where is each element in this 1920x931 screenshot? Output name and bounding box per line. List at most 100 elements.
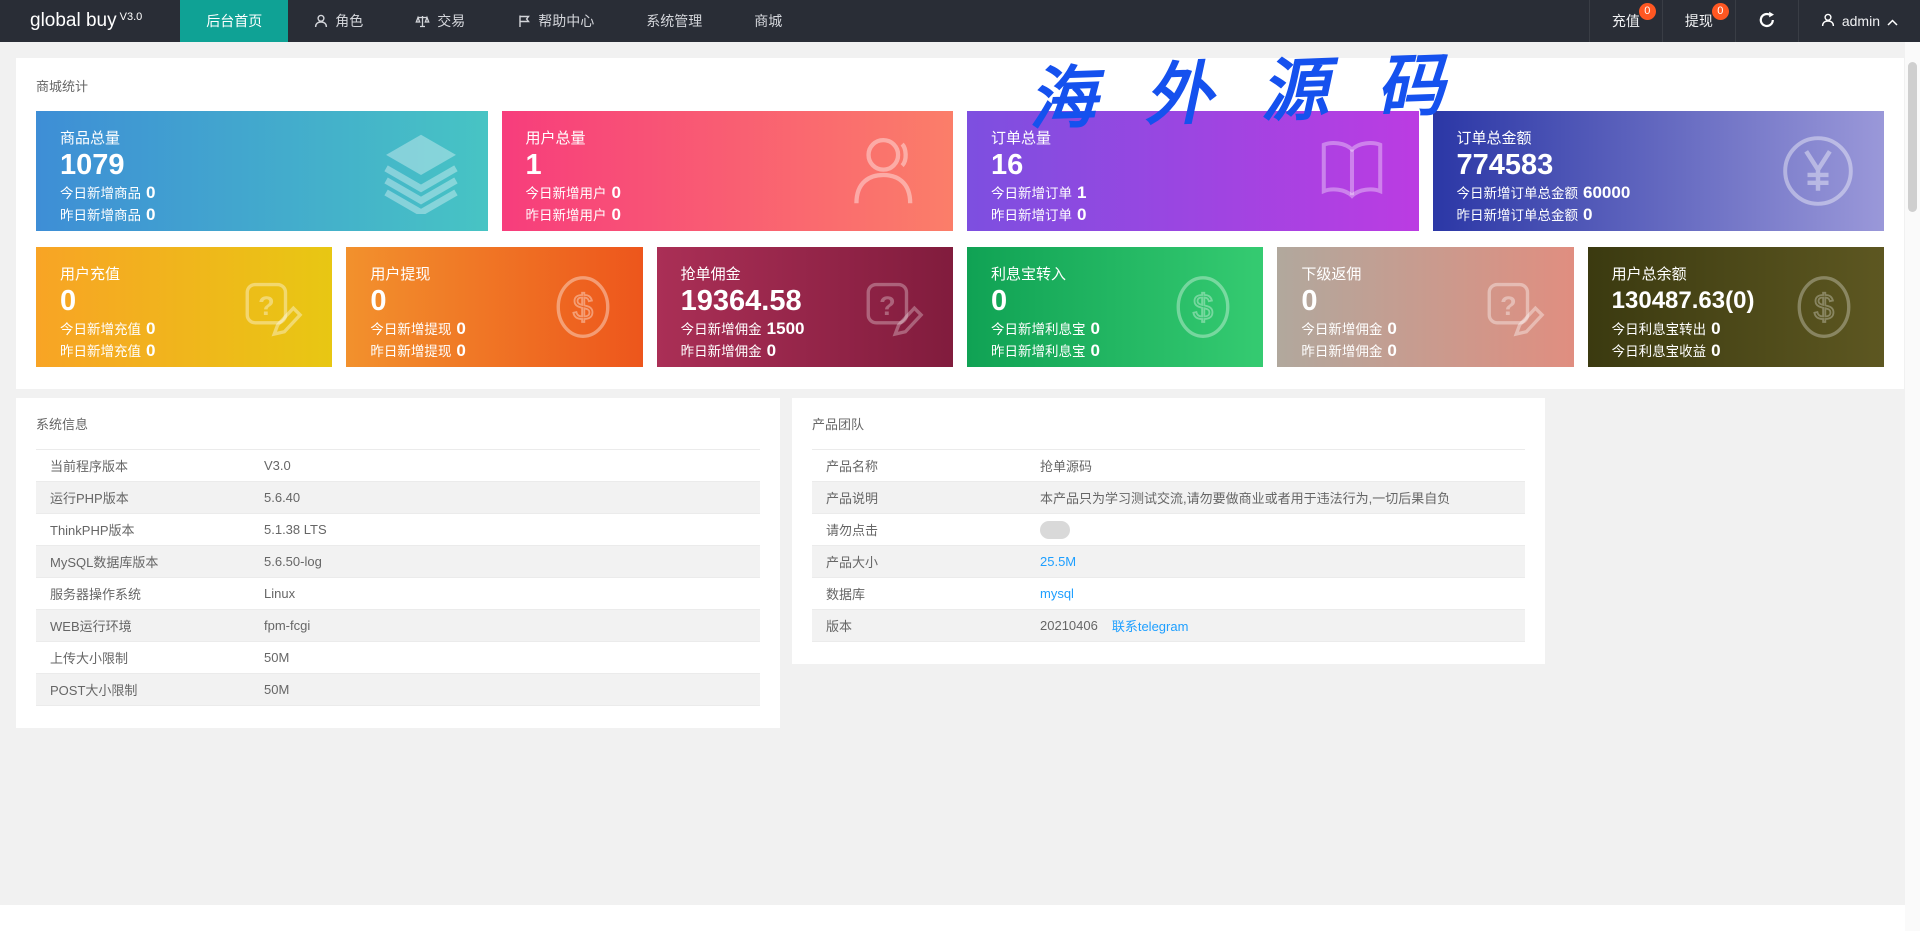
card-line-value: 0 — [611, 183, 621, 202]
row-label: 数据库 — [826, 587, 866, 602]
menu-item-dashboard[interactable]: 后台首页 — [180, 0, 289, 42]
system-info-table: 当前程序版本 V3.0 运行PHP版本 5.6.40 ThinkPHP版本 5.1.3… — [36, 449, 760, 706]
row-value: V3.0 — [264, 458, 291, 473]
svg-text:?: ? — [879, 291, 896, 321]
table-row: 版本 20210406 联系telegram — [812, 610, 1525, 642]
card-line-label: 昨日新增商品 — [60, 208, 141, 223]
menu-label: 后台首页 — [206, 13, 263, 29]
table-row: 产品大小 25.5M — [812, 546, 1525, 578]
row-value: 25.5M — [1040, 554, 1525, 569]
row-value: 本产品只为学习测试交流,请勿要做商业或者用于违法行为,一切后果自负 — [1040, 491, 1451, 506]
withdraw-button[interactable]: 提现 0 — [1661, 0, 1735, 42]
menu-item-system[interactable]: 系统管理 — [620, 0, 728, 42]
table-row: 上传大小限制 50M — [36, 642, 760, 674]
card-line: 昨日新增充值 0 — [60, 340, 332, 362]
main-menu: 后台首页 角色 交易 帮助中心 系统管理 商城 — [180, 0, 808, 42]
card-line-value: 60000 — [1583, 183, 1631, 202]
card-line-value: 0 — [456, 319, 466, 338]
admin-dropdown[interactable]: admin — [1797, 0, 1920, 42]
row-value: 5.6.40 — [264, 490, 301, 505]
table-row: 产品说明 本产品只为学习测试交流,请勿要做商业或者用于违法行为,一切后果自负 — [812, 482, 1525, 514]
stat-card-orders-total: 订单总量 16 今日新增订单 1 昨日新增订单 0 — [967, 111, 1419, 231]
svg-text:?: ? — [258, 291, 275, 321]
menu-label: 系统管理 — [646, 13, 703, 29]
product-team-table: 产品名称 抢单源码 产品说明 本产品只为学习测试交流,请勿要做商业或者用于违法行为,… — [812, 449, 1525, 642]
card-line: 昨日新增佣金 0 — [1301, 340, 1573, 362]
card-line-value: 0 — [456, 341, 466, 360]
stat-card-order-amount: 订单总金额 774583 今日新增订单总金额 60000 昨日新增订单总金额 0 — [1432, 111, 1884, 231]
card-line: 今日利息宝收益 0 — [1612, 340, 1884, 362]
big-stat-cards-row: 商品总量 1079 今日新增商品 0 昨日新增商品 0 用户总量 1 今日新增用户 0… — [36, 111, 1884, 231]
edit-question-icon: ? — [236, 271, 308, 343]
mall-statistics-panel: 商城统计 商品总量 1079 今日新增商品 0 昨日新增商品 0 用户总量 1 今日… — [16, 58, 1904, 389]
recharge-label: 充值 — [1611, 13, 1640, 29]
card-line-label: 今日新增提现 — [370, 322, 452, 337]
withdraw-badge: 0 — [1711, 3, 1729, 20]
recharge-badge: 0 — [1638, 3, 1656, 20]
card-line-value: 0 — [1711, 319, 1721, 338]
row-label: WEB运行环境 — [50, 619, 132, 634]
top-navbar: global buy V3.0 后台首页 角色 交易 帮助中心 系统管理 商城 充… — [0, 0, 1920, 42]
card-line-value: 1500 — [766, 319, 805, 338]
card-line-label: 今日新增用户 — [525, 186, 607, 201]
admin-label: admin — [1841, 13, 1880, 29]
footer-strip — [0, 905, 1920, 931]
person-icon — [1821, 13, 1835, 30]
card-line-value: 0 — [1387, 341, 1397, 360]
menu-label: 角色 — [335, 13, 364, 29]
menu-item-roles[interactable]: 角色 — [288, 0, 389, 42]
card-line: 昨日新增提现 0 — [370, 340, 642, 362]
scales-icon — [415, 14, 430, 29]
stats-panel-title: 商城统计 — [36, 79, 89, 94]
database-link[interactable]: mysql — [1040, 586, 1074, 601]
row-value: 50M — [264, 682, 290, 697]
telegram-link[interactable]: 联系telegram — [1112, 616, 1189, 635]
stat-card-user-withdraw: 用户提现 0 今日新增提现 0 昨日新增提现 0 $ — [346, 247, 643, 367]
row-label: ThinkPHP版本 — [50, 523, 135, 538]
flag-icon — [517, 14, 531, 28]
chevron-up-icon — [1887, 13, 1898, 29]
row-value: 抢单源码 — [1040, 459, 1093, 474]
card-line-label: 昨日新增订单总金额 — [1456, 208, 1579, 223]
product-team-title: 产品团队 — [812, 417, 865, 432]
card-line-label: 昨日新增佣金 — [1301, 344, 1383, 359]
dollar-circle-icon: $ — [547, 271, 619, 343]
product-size-link[interactable]: 25.5M — [1040, 554, 1076, 569]
row-label: 产品名称 — [826, 459, 879, 474]
card-line-value: 0 — [1090, 341, 1100, 360]
card-line-value: 0 — [146, 205, 156, 224]
book-icon — [1309, 128, 1395, 214]
card-line-label: 今日新增佣金 — [680, 322, 762, 337]
card-line-value: 0 — [1077, 205, 1087, 224]
dollar-circle-icon: $ — [1788, 271, 1860, 343]
card-line-label: 今日利息宝收益 — [1611, 344, 1707, 359]
card-line-label: 今日新增利息宝 — [991, 322, 1086, 337]
row-value: Linux — [264, 586, 296, 601]
table-row: POST大小限制 50M — [36, 674, 760, 706]
menu-item-help[interactable]: 帮助中心 — [491, 0, 620, 42]
recharge-button[interactable]: 充值 0 — [1588, 0, 1662, 42]
table-row: MySQL数据库版本 5.6.50-log — [36, 546, 760, 578]
row-value — [1040, 520, 1525, 539]
row-value: 20210406 联系telegram — [1040, 616, 1525, 635]
logo-title: global buy — [30, 10, 117, 31]
card-line-label: 今日新增佣金 — [1301, 322, 1383, 337]
card-line-label: 今日新增订单总金额 — [1456, 186, 1579, 201]
scrollbar-thumb[interactable] — [1908, 62, 1917, 212]
person-icon — [314, 14, 328, 28]
row-label: 服务器操作系统 — [50, 587, 142, 602]
row-label: 运行PHP版本 — [50, 491, 129, 506]
card-line-value: 0 — [1711, 341, 1721, 360]
refresh-button[interactable] — [1734, 0, 1798, 42]
scrollbar[interactable] — [1905, 42, 1920, 931]
version-value: 20210406 — [1040, 618, 1098, 633]
card-line-value: 1 — [1077, 183, 1087, 202]
svg-text:?: ? — [1500, 291, 1517, 321]
table-row: 请勿点击 — [812, 514, 1525, 546]
menu-item-trade[interactable]: 交易 — [389, 0, 491, 42]
product-team-panel: 产品团队 产品名称 抢单源码 产品说明 本产品只为学习测试交流,请勿要做商业或者用于… — [792, 398, 1545, 664]
row-label: 请勿点击 — [826, 523, 879, 538]
stat-card-user-balance: 用户总余额 130487.63(0) 今日利息宝转出 0 今日利息宝收益 0 $ — [1587, 247, 1884, 367]
menu-item-mall[interactable]: 商城 — [728, 0, 808, 42]
row-label: 当前程序版本 — [50, 459, 129, 474]
